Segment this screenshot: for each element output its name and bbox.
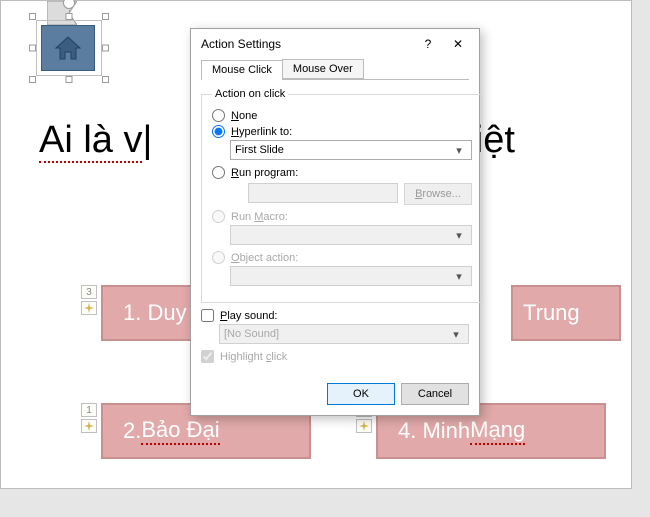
radio-none[interactable] — [212, 109, 225, 122]
radio-run-macro — [212, 210, 225, 223]
anim-effect-icon[interactable] — [81, 419, 97, 433]
dialog-buttons: OK Cancel — [191, 375, 479, 415]
answer-3[interactable]: Trung — [511, 285, 621, 341]
chevron-down-icon: ▾ — [451, 270, 467, 283]
action-on-click-group: Action on click None Hyperlink to: First… — [201, 88, 483, 303]
radio-hyperlink[interactable] — [212, 125, 225, 138]
play-sound-check[interactable]: Play sound: — [201, 309, 469, 322]
anim-order-tag[interactable]: 3 — [81, 285, 97, 299]
option-object-action: Object action: — [212, 251, 472, 264]
option-run-program[interactable]: Run program: — [212, 166, 472, 179]
radio-run-program[interactable] — [212, 166, 225, 179]
cancel-button[interactable]: Cancel — [401, 383, 469, 405]
option-run-macro: Run Macro: — [212, 210, 472, 223]
anim-effect-icon[interactable] — [81, 301, 97, 315]
close-icon: ✕ — [453, 37, 463, 51]
tab-mouse-click[interactable]: Mouse Click — [201, 60, 283, 80]
ok-button[interactable]: OK — [327, 383, 395, 405]
macro-combo: ▾ — [230, 225, 472, 245]
group-legend: Action on click — [212, 88, 288, 100]
object-action-combo: ▾ — [230, 266, 472, 286]
tab-mouse-over[interactable]: Mouse Over — [282, 59, 364, 79]
option-none[interactable]: None — [212, 109, 472, 122]
chevron-down-icon: ▾ — [451, 144, 467, 157]
help-button[interactable]: ? — [413, 33, 443, 55]
close-button[interactable]: ✕ — [443, 33, 473, 55]
browse-button: Browse... — [404, 183, 472, 205]
dialog-titlebar[interactable]: Action Settings ? ✕ — [191, 29, 479, 59]
option-hyperlink[interactable]: Hyperlink to: — [212, 125, 472, 138]
action-settings-dialog: Action Settings ? ✕ Mouse Click Mouse Ov… — [190, 28, 480, 416]
sound-combo: [No Sound] ▾ — [219, 324, 469, 344]
checkbox-play-sound[interactable] — [201, 309, 214, 322]
dialog-title: Action Settings — [201, 37, 413, 51]
run-program-path — [248, 183, 398, 203]
tab-strip: Mouse Click Mouse Over — [201, 59, 469, 80]
anim-effect-icon[interactable] — [356, 419, 372, 433]
anim-order-tag[interactable]: 1 — [81, 403, 97, 417]
chevron-down-icon: ▾ — [451, 229, 467, 242]
hyperlink-combo[interactable]: First Slide ▾ — [230, 140, 472, 160]
radio-object-action — [212, 251, 225, 264]
chevron-down-icon: ▾ — [448, 328, 464, 341]
highlight-click-check: Highlight click — [201, 350, 469, 363]
checkbox-highlight — [201, 350, 214, 363]
